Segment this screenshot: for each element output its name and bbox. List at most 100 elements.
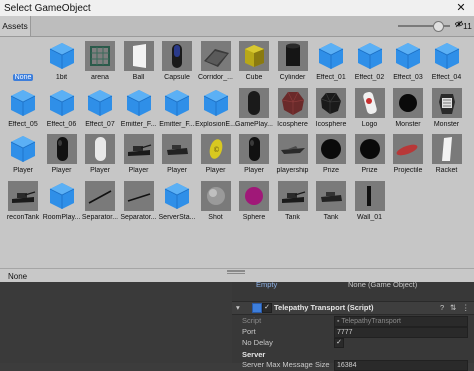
picker-toolbar: Assets 11: [0, 16, 474, 37]
tab-assets[interactable]: Assets: [0, 16, 31, 36]
help-icon[interactable]: ?: [440, 303, 444, 312]
asset-label: Prize: [323, 167, 339, 174]
server-section-header: Server: [242, 350, 266, 359]
asset-item[interactable]: Tank: [274, 180, 312, 227]
asset-label: Monster: [433, 120, 460, 128]
asset-item[interactable]: Capsule: [158, 41, 196, 87]
asset-item[interactable]: Racket: [428, 134, 466, 180]
asset-label: ExplosionE...: [195, 120, 236, 128]
asset-item[interactable]: 1bit: [43, 41, 81, 87]
asset-item[interactable]: Effect_02: [351, 41, 389, 87]
asset-label: Cube: [245, 74, 263, 81]
script-value: TelepathyTransport: [341, 318, 401, 325]
asset-item[interactable]: None: [4, 41, 42, 87]
asset-item[interactable]: Player: [43, 134, 81, 180]
asset-label: Player: [51, 167, 72, 174]
prefab-preview-thumbnail: [277, 180, 308, 211]
asset-item[interactable]: playership: [274, 134, 312, 180]
asset-label: Effect_04: [431, 74, 462, 81]
asset-item[interactable]: Ball: [120, 41, 158, 87]
asset-item[interactable]: Wall_01: [351, 180, 389, 227]
prefab-preview-thumbnail: [277, 134, 308, 164]
asset-item[interactable]: Monster: [389, 87, 427, 134]
asset-item[interactable]: Emitter_F...: [158, 88, 196, 134]
asset-item[interactable]: Effect_01: [312, 41, 350, 87]
prefab-preview-thumbnail: [354, 87, 385, 118]
asset-item[interactable]: Prize: [312, 134, 350, 180]
asset-item[interactable]: Player: [120, 134, 158, 180]
asset-item[interactable]: Player: [158, 134, 196, 180]
asset-item[interactable]: arena: [81, 41, 119, 87]
asset-item[interactable]: GamePlay...: [235, 87, 273, 134]
asset-label: Player: [128, 167, 149, 174]
prefab-preview-thumbnail: [8, 180, 38, 211]
foldout-arrow-icon[interactable]: ▾: [236, 303, 240, 312]
asset-item[interactable]: ExplosionE...: [195, 88, 236, 134]
asset-item[interactable]: Cube: [235, 41, 273, 87]
asset-item[interactable]: Sphere: [235, 180, 273, 227]
eye-icon[interactable]: [454, 20, 464, 30]
asset-item[interactable]: Effect_04: [428, 41, 466, 87]
asset-item[interactable]: Effect_05: [4, 88, 42, 134]
asset-label: Logo: [361, 120, 378, 128]
component-header[interactable]: ▾ ✓ Telepathy Transport (Script) ? ⇅ ⋮: [232, 301, 474, 315]
prefab-cube-icon: [432, 41, 462, 71]
component-enabled-checkbox[interactable]: ✓: [262, 303, 272, 313]
asset-item[interactable]: Effect_07: [81, 88, 119, 134]
asset-item[interactable]: RoomPlay...: [43, 181, 81, 227]
resize-handle[interactable]: [227, 270, 245, 272]
asset-item[interactable]: Icosphere: [274, 87, 312, 134]
asset-grid[interactable]: None 1bit arena Ball Capsule Corridor_... Cube…: [0, 37, 474, 269]
asset-item[interactable]: Player: [4, 134, 42, 180]
asset-label: Corridor_...: [197, 74, 233, 81]
asset-item[interactable]: Logo: [351, 87, 389, 134]
asset-item[interactable]: ServerSta...: [158, 181, 196, 227]
script-field[interactable]: ▪ TelepathyTransport: [334, 316, 468, 327]
asset-item[interactable]: Emitter_F...: [120, 88, 158, 134]
asset-item[interactable]: reconTank: [4, 180, 42, 227]
prefab-preview-thumbnail: [354, 134, 385, 164]
prefab-preview-thumbnail: [162, 41, 192, 71]
asset-item[interactable]: Separator...: [81, 180, 119, 227]
preset-icon[interactable]: ⇅: [450, 303, 456, 312]
asset-item[interactable]: Projectile: [389, 134, 427, 180]
asset-label: arena: [91, 74, 109, 81]
asset-label: Separator...: [120, 213, 157, 221]
prefab-cube-icon: [85, 88, 115, 118]
prefab-preview-thumbnail: [200, 41, 231, 71]
port-label: Port: [242, 327, 256, 336]
asset-label: Effect_02: [354, 74, 385, 81]
prefab-cube-icon: [8, 134, 38, 164]
asset-item[interactable]: Corridor_...: [197, 41, 235, 87]
context-menu-icon[interactable]: ⋮: [462, 303, 470, 312]
empty-value[interactable]: None (Game Object): [348, 280, 417, 289]
asset-item[interactable]: Shot: [197, 180, 235, 227]
asset-label: Effect_05: [8, 120, 38, 128]
prefab-preview-thumbnail: [85, 41, 115, 71]
prefab-preview-thumbnail: [354, 180, 385, 211]
asset-item[interactable]: © Player: [197, 134, 235, 180]
server-max-message-input[interactable]: 16384: [334, 360, 468, 371]
asset-item[interactable]: Tank: [312, 180, 350, 227]
asset-label: Emitter_F...: [159, 120, 195, 128]
asset-item[interactable]: Cylinder: [274, 41, 312, 87]
prefab-preview-thumbnail: [85, 180, 115, 211]
script-label: Script: [242, 316, 262, 325]
asset-item[interactable]: Monster: [428, 87, 466, 134]
asset-item[interactable]: Prize: [351, 134, 389, 180]
background-panel: [0, 282, 232, 363]
asset-label: ServerSta...: [158, 213, 196, 221]
slider-knob[interactable]: [433, 21, 444, 32]
asset-label: Effect_01: [316, 74, 346, 81]
prefab-preview-thumbnail: [277, 41, 308, 71]
asset-item[interactable]: Effect_06: [43, 88, 81, 134]
asset-item[interactable]: Effect_03: [389, 41, 427, 87]
selected-asset-name: None: [8, 272, 28, 281]
asset-item[interactable]: Separator...: [120, 180, 158, 227]
asset-item[interactable]: Player: [235, 134, 273, 180]
asset-item[interactable]: Player: [81, 134, 119, 180]
nodelay-checkbox[interactable]: ✓: [334, 338, 344, 348]
asset-item[interactable]: Icosphere: [312, 87, 350, 134]
close-icon[interactable]: ✕: [448, 0, 474, 16]
port-input[interactable]: 7777: [334, 327, 468, 338]
